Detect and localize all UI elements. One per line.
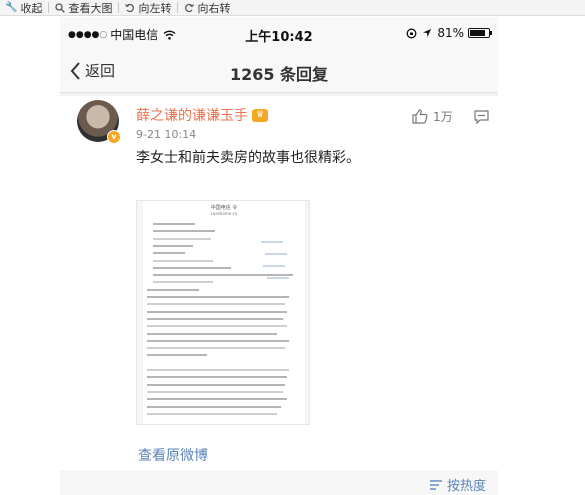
orientation-lock-icon bbox=[406, 28, 417, 38]
doc-text-line bbox=[147, 398, 287, 401]
doc-text-line bbox=[147, 383, 285, 386]
rotate-left-label: 向左转 bbox=[138, 1, 172, 15]
doc-text-line bbox=[147, 303, 285, 306]
username-label: 薛之谦的谦谦玉手 bbox=[136, 108, 248, 124]
doc-text-line bbox=[147, 310, 287, 313]
vip-crown-icon: ♛ bbox=[252, 108, 268, 122]
doc-header: 中国电信 令 bbox=[210, 205, 238, 211]
rotate-left-button[interactable]: 向左转 bbox=[120, 0, 176, 16]
doc-text-line bbox=[147, 390, 283, 393]
status-bar: ●●●●○ 中国电信 上午10:42 81% bbox=[60, 17, 498, 50]
doc-text-line bbox=[147, 369, 289, 371]
toolbar-divider bbox=[177, 2, 179, 13]
doc-text-line bbox=[153, 223, 195, 225]
doc-text-line bbox=[147, 405, 281, 408]
battery-percent: 81% bbox=[437, 26, 464, 40]
page-title: 1265 条回复 bbox=[229, 65, 329, 84]
doc-text-line bbox=[147, 325, 287, 328]
thumbs-up-icon bbox=[412, 109, 428, 124]
rotate-left-icon bbox=[125, 3, 135, 12]
sort-label: 按热度 bbox=[446, 479, 486, 494]
doc-text-line bbox=[153, 259, 213, 262]
doc-annotation-mark bbox=[263, 265, 285, 267]
doc-text-line bbox=[147, 332, 277, 335]
comment-text: 李女士和前夫卖房的故事也很精彩。 bbox=[136, 150, 360, 166]
phone-screenshot: ●●●●○ 中国电信 上午10:42 81% 返回 1265 条回复 v 薛之谦… bbox=[60, 17, 498, 495]
search-icon bbox=[55, 2, 66, 13]
doc-annotation-mark bbox=[267, 277, 289, 279]
doc-text-line bbox=[153, 274, 293, 277]
doc-text-line bbox=[147, 317, 283, 320]
doc-annotation-mark bbox=[261, 241, 283, 243]
doc-text-line bbox=[153, 237, 211, 240]
attached-image[interactable]: 中国电信 令 casehome.cn bbox=[136, 200, 310, 425]
reply-button[interactable] bbox=[474, 109, 489, 128]
image-viewer-toolbar: 🔧 收起 查看大图 向左转 向右转 bbox=[0, 0, 585, 16]
doc-text-line bbox=[147, 296, 289, 298]
toolbar-divider bbox=[118, 2, 120, 13]
rotate-right-label: 向右转 bbox=[197, 1, 231, 15]
doc-text-line bbox=[153, 266, 231, 269]
doc-text-line bbox=[147, 288, 199, 291]
doc-annotation-mark bbox=[265, 253, 287, 255]
wrench-icon: 🔧 bbox=[5, 2, 18, 13]
doc-url: casehome.cn bbox=[210, 211, 238, 216]
view-large-image-label: 查看大图 bbox=[68, 1, 113, 15]
sort-bar: 按热度 bbox=[60, 472, 498, 495]
location-icon bbox=[423, 29, 432, 37]
doc-text-line bbox=[147, 412, 277, 415]
collapse-label: 收起 bbox=[20, 1, 43, 15]
doc-text-line bbox=[147, 347, 285, 350]
battery-fill bbox=[470, 30, 485, 36]
collapse-button[interactable]: 🔧 收起 bbox=[0, 0, 47, 16]
comment-author[interactable]: 薛之谦的谦谦玉手 ♛ bbox=[136, 105, 268, 125]
view-large-image-button[interactable]: 查看大图 bbox=[50, 0, 117, 16]
battery-icon bbox=[468, 28, 492, 38]
like-button[interactable]: 1万 bbox=[412, 108, 453, 125]
verified-badge-icon: v bbox=[107, 130, 121, 144]
sort-by-hot-button[interactable]: 按热度 bbox=[429, 475, 486, 494]
doc-text-line bbox=[147, 339, 289, 342]
doc-text-line bbox=[153, 281, 213, 284]
rotate-right-button[interactable]: 向右转 bbox=[179, 0, 235, 16]
doc-text-line bbox=[147, 354, 207, 357]
doc-text-line bbox=[153, 230, 215, 233]
comment-time: 9-21 10:14 bbox=[136, 128, 197, 141]
status-right: 81% bbox=[406, 26, 492, 40]
like-count: 1万 bbox=[433, 110, 453, 124]
comment-card: v 薛之谦的谦谦玉手 ♛ 9-21 10:14 1万 李女士和前夫卖房的故事也很… bbox=[60, 96, 498, 471]
doc-text-line bbox=[153, 252, 185, 255]
nav-bar: 返回 1265 条回复 bbox=[60, 50, 498, 93]
doc-text-line bbox=[153, 244, 193, 247]
comment-icon bbox=[474, 110, 489, 125]
view-original-link[interactable]: 查看原微博 bbox=[138, 445, 208, 465]
sort-icon bbox=[429, 479, 442, 490]
rotate-right-icon bbox=[185, 3, 195, 12]
toolbar-divider bbox=[48, 2, 50, 13]
doc-text-line bbox=[147, 376, 287, 379]
document-screenshot: 中国电信 令 casehome.cn bbox=[143, 201, 305, 424]
